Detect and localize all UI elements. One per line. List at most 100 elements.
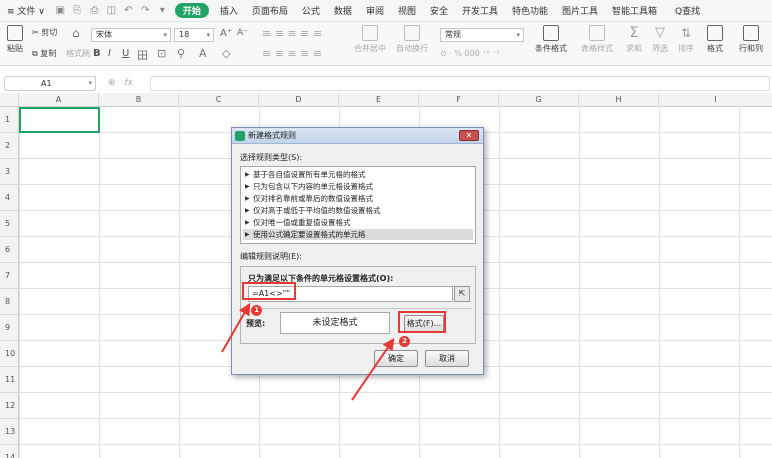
paste-label: 粘贴 — [7, 44, 23, 53]
undo-icon[interactable]: ↶ — [123, 5, 134, 16]
copy-button[interactable]: ⧉ 复制 — [32, 48, 56, 59]
tab-view[interactable]: 视图 — [391, 4, 423, 17]
wrap-text-button[interactable]: 自动换行 — [394, 25, 430, 54]
tab-data[interactable]: 数据 — [327, 4, 359, 17]
tab-developer[interactable]: 开发工具 — [455, 4, 505, 17]
tab-formulas[interactable]: 公式 — [295, 4, 327, 17]
rule-item[interactable]: ▶ 基于各自值设置所有单元格的格式 — [243, 169, 473, 180]
rows-cols-button[interactable]: 行和列 — [734, 25, 768, 54]
zoom-icon[interactable]: ⊕ — [108, 78, 116, 88]
row-header-5[interactable]: 5 — [0, 211, 19, 237]
triangle-right-icon: ▶ — [245, 207, 250, 214]
bold-button[interactable]: B — [93, 48, 101, 59]
dialog-title-bar[interactable]: 新建格式规则 ✕ — [232, 128, 483, 144]
font-size-select[interactable]: 18 ▾ — [174, 28, 214, 42]
column-header-e[interactable]: E — [339, 93, 419, 107]
filter-label: 筛选 — [652, 44, 668, 53]
search-button[interactable]: Q查找 — [668, 4, 707, 17]
border-icon[interactable]: 田 — [137, 47, 148, 63]
rule-type-list[interactable]: ▶ 基于各自值设置所有单元格的格式 ▶ 只为包含以下内容的单元格设置格式 ▶ 仅对排名… — [240, 166, 476, 244]
row-header-6[interactable]: 6 — [0, 237, 19, 263]
tab-page-layout[interactable]: 页面布局 — [245, 4, 295, 17]
underline-color-icon[interactable]: A — [199, 47, 207, 60]
row-header-8[interactable]: 8 — [0, 289, 19, 315]
tab-smart-toolbox[interactable]: 智能工具箱 — [605, 4, 664, 17]
paste-button[interactable]: 粘贴 — [4, 25, 26, 54]
row-header-7[interactable]: 7 — [0, 263, 19, 289]
name-box[interactable]: A1 ▾ — [4, 76, 96, 91]
fill-color-icon[interactable]: ⊡ — [157, 47, 166, 60]
sum-button[interactable]: Σ 求和 — [622, 25, 646, 54]
grow-font-button[interactable]: A⁺ — [220, 28, 232, 39]
close-button[interactable]: ✕ — [459, 130, 479, 141]
selected-cell-a1[interactable] — [19, 107, 100, 133]
preview-icon[interactable]: ◫ — [106, 5, 117, 16]
number-format-select[interactable]: 常规 ▾ — [440, 28, 524, 42]
column-header-i[interactable]: I — [659, 93, 772, 107]
preview-label: 预览: — [246, 319, 266, 328]
ok-button[interactable]: 确定 — [374, 350, 418, 367]
row-header-12[interactable]: 12 — [0, 393, 19, 419]
align-left-icon[interactable]: ≡ ≡ ≡ ≡ ≡ — [262, 47, 322, 60]
step-badge-2: 2 — [399, 336, 410, 347]
cut-button[interactable]: ✂ 剪切 — [32, 27, 57, 38]
italic-button[interactable]: I — [108, 48, 111, 59]
tab-security[interactable]: 安全 — [423, 4, 455, 17]
column-header-h[interactable]: H — [579, 93, 659, 107]
column-header-g[interactable]: G — [499, 93, 579, 107]
export-icon[interactable]: ⎘ — [72, 5, 83, 16]
dialog-title: 新建格式规则 — [248, 131, 296, 140]
row-header-14[interactable]: 14 — [0, 445, 19, 458]
column-header-b[interactable]: B — [99, 93, 179, 107]
font-name-select[interactable]: 宋体 ▾ — [91, 28, 171, 42]
rule-item-selected[interactable]: ▶ 使用公式确定要设置格式的单元格 — [243, 229, 473, 240]
merge-icon — [362, 25, 378, 41]
row-header-3[interactable]: 3 — [0, 159, 19, 185]
rule-item[interactable]: ▶ 仅对唯一值或重复值设置格式 — [243, 217, 473, 228]
row-header-1[interactable]: 1 — [0, 107, 19, 133]
range-select-button[interactable]: ⇱ — [454, 286, 470, 302]
column-header-f[interactable]: F — [419, 93, 499, 107]
save-icon[interactable]: ▣ — [55, 5, 66, 16]
fx-icon[interactable]: fx — [124, 78, 133, 88]
conditional-format-button[interactable]: 条件格式 — [530, 25, 572, 54]
rule-item[interactable]: ▶ 仅对高于或低于平均值的数值设置格式 — [243, 205, 473, 216]
column-header-a[interactable]: A — [19, 93, 99, 107]
column-header-d[interactable]: D — [259, 93, 339, 107]
tab-insert[interactable]: 插入 — [213, 4, 245, 17]
tab-home[interactable]: 开始 — [174, 3, 209, 18]
clear-icon[interactable]: ◇ — [222, 47, 230, 60]
format-label: 格式 — [707, 44, 723, 53]
row-header-9[interactable]: 9 — [0, 315, 19, 341]
format-painter-button[interactable]: 格式刷 — [66, 48, 90, 59]
format-button[interactable]: 格式 — [702, 25, 728, 54]
file-menu[interactable]: ≡ 文件 ∨ — [0, 4, 52, 17]
formula-input[interactable] — [150, 76, 770, 91]
customize-icon[interactable]: ▾ — [157, 5, 168, 16]
shrink-font-button[interactable]: A⁻ — [237, 28, 248, 38]
row-header-2[interactable]: 2 — [0, 133, 19, 159]
redo-icon[interactable]: ↷ — [140, 5, 151, 16]
rule-item[interactable]: ▶ 只为包含以下内容的单元格设置格式 — [243, 181, 473, 192]
row-header-4[interactable]: 4 — [0, 185, 19, 211]
tab-review[interactable]: 审阅 — [359, 4, 391, 17]
row-header-11[interactable]: 11 — [0, 367, 19, 393]
row-header-13[interactable]: 13 — [0, 419, 19, 445]
number-format-icons[interactable]: ⊙ · % 000 ⁺⁰ ⁻⁰ — [440, 49, 500, 58]
tab-features[interactable]: 特色功能 — [505, 4, 555, 17]
underline-button[interactable]: U — [122, 48, 129, 59]
align-top-icon[interactable]: ≡ ≡ ≡ ≡ ≡ — [262, 27, 322, 40]
tab-picture-tools[interactable]: 图片工具 — [555, 4, 605, 17]
font-color-icon[interactable]: ⚲ — [177, 47, 185, 60]
sort-button[interactable]: ⇅ 排序 — [674, 25, 698, 54]
select-all-corner[interactable] — [0, 93, 19, 107]
table-style-button[interactable]: 表格样式 — [576, 25, 618, 54]
filter-button[interactable]: ▽ 筛选 — [648, 25, 672, 54]
format-painter-icon[interactable]: ⌂ — [72, 26, 80, 40]
print-icon[interactable]: ⎙ — [89, 5, 100, 16]
row-header-10[interactable]: 10 — [0, 341, 19, 367]
merge-center-button[interactable]: 合并居中 — [352, 25, 388, 54]
column-header-c[interactable]: C — [179, 93, 259, 107]
cancel-button[interactable]: 取消 — [425, 350, 469, 367]
rule-item[interactable]: ▶ 仅对排名靠前或靠后的数值设置格式 — [243, 193, 473, 204]
